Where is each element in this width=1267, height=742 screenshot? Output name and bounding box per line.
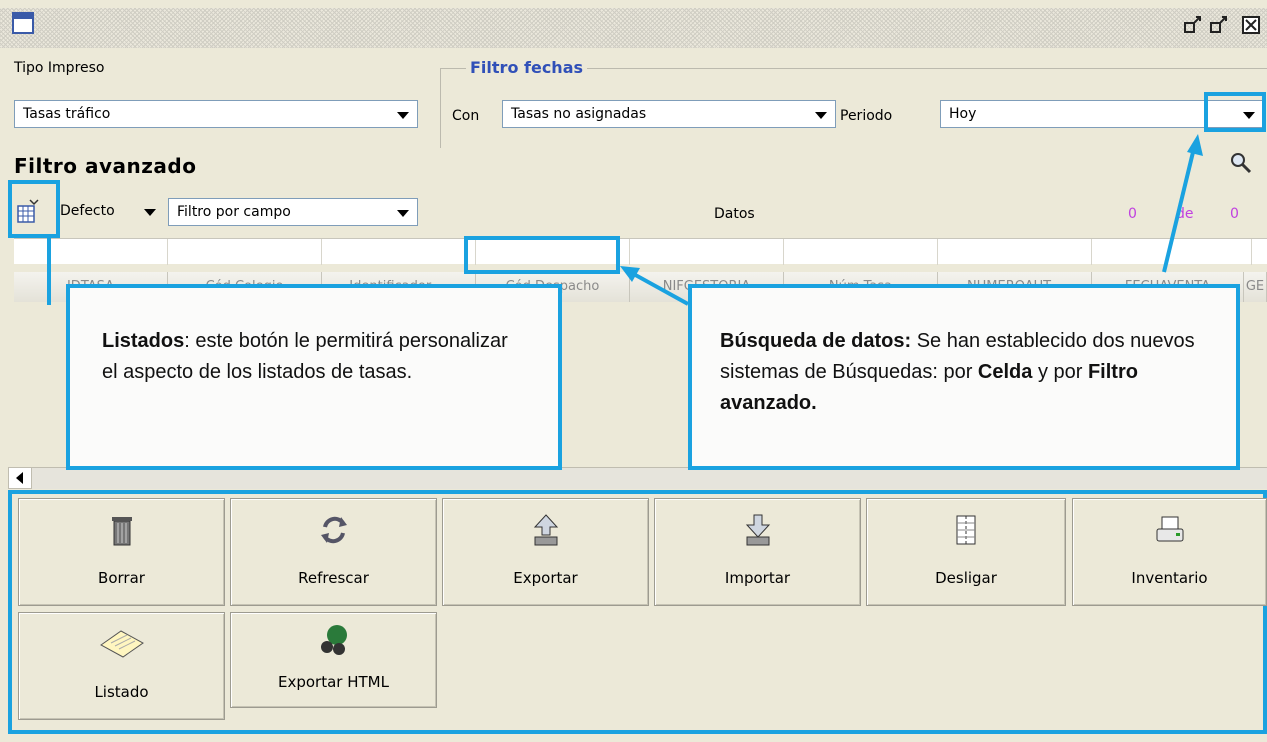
listado-button[interactable]: Listado [18, 612, 225, 720]
refresh-icon [231, 513, 436, 547]
listados-callout-bold: Listados [102, 330, 185, 352]
report-icon [19, 627, 224, 661]
unlink-icon [867, 513, 1065, 547]
app-window: Tipo Impreso Tasas tráfico Filtro fechas… [0, 0, 1267, 742]
busqueda-callout-text: Búsqueda de datos: Se han establecido do… [720, 326, 1208, 419]
refrescar-button[interactable]: Refrescar [230, 498, 437, 606]
busqueda-callout-bold: Búsqueda de datos: [720, 330, 912, 352]
exportar-html-label: Exportar HTML [278, 673, 389, 691]
desligar-button[interactable]: Desligar [866, 498, 1066, 606]
exportar-button[interactable]: Exportar [442, 498, 649, 606]
printer-icon [1073, 513, 1266, 547]
import-icon [655, 513, 860, 547]
refrescar-label: Refrescar [298, 569, 369, 587]
busqueda-callout-body2: y por [1032, 361, 1088, 383]
inventario-label: Inventario [1131, 569, 1208, 587]
busqueda-callout-celda: Celda [977, 361, 1033, 383]
exportar-label: Exportar [513, 569, 578, 587]
borrar-label: Borrar [98, 569, 145, 587]
exportar-html-button[interactable]: Exportar HTML [230, 612, 437, 708]
listados-callout-text: Listados: este botón le permitirá person… [102, 326, 526, 388]
trash-icon [19, 513, 224, 547]
binoculars-icon [231, 623, 436, 657]
listados-callout: Listados: este botón le permitirá person… [66, 284, 562, 470]
importar-button[interactable]: Importar [654, 498, 861, 606]
export-icon [443, 513, 648, 547]
listado-label: Listado [94, 683, 149, 701]
importar-label: Importar [724, 569, 791, 587]
inventario-button[interactable]: Inventario [1072, 498, 1267, 606]
desligar-label: Desligar [935, 569, 997, 587]
busqueda-callout: Búsqueda de datos: Se han establecido do… [688, 284, 1240, 470]
borrar-button[interactable]: Borrar [18, 498, 225, 606]
